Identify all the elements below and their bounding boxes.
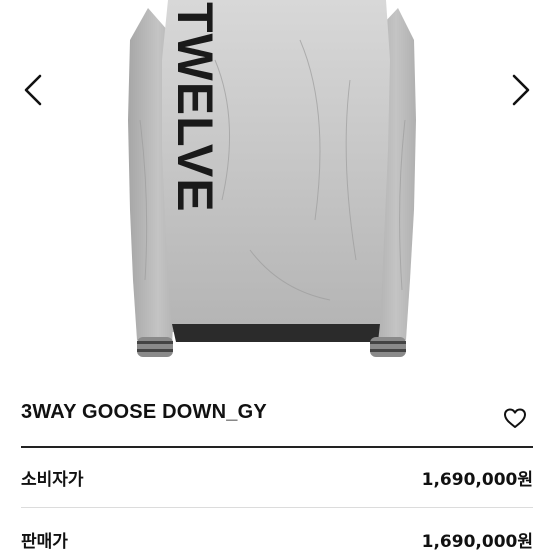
product-title-row: 3WAY GOOSE DOWN_GY: [0, 383, 554, 447]
right-cuff: [370, 337, 406, 357]
heart-outline-icon[interactable]: [502, 405, 528, 431]
left-cuff: [137, 337, 173, 357]
chevron-left-icon[interactable]: [16, 72, 52, 108]
sale-price-label: 판매가: [21, 532, 68, 552]
product-title: 3WAY GOOSE DOWN_GY: [21, 401, 267, 423]
retail-price-value: 1,690,000원: [421, 470, 533, 490]
product-photo: TWELVE: [128, 0, 416, 357]
retail-price-label: 소비자가: [21, 470, 84, 490]
chevron-right-icon[interactable]: [502, 72, 538, 108]
price-divider: [21, 507, 533, 508]
retail-price-row: 소비자가 1,690,000원: [21, 461, 533, 491]
product-image-gallery[interactable]: TWELVE: [0, 0, 554, 383]
sale-price-value: 1,690,000원: [421, 532, 533, 552]
jacket-print-text: TWELVE: [167, 2, 223, 213]
sale-price-row: 판매가 1,690,000원: [21, 523, 533, 553]
title-divider: [21, 446, 533, 448]
jacket-hem: [172, 324, 380, 342]
